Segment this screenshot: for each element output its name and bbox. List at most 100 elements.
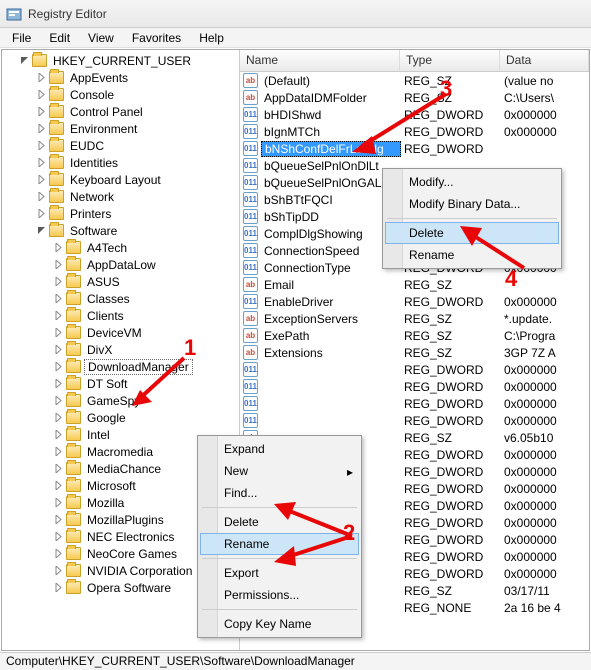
binary-value-icon: 011 — [243, 362, 258, 377]
expand-icon[interactable] — [36, 106, 47, 117]
expand-icon[interactable] — [36, 174, 47, 185]
tree-item[interactable]: ASUS — [2, 273, 239, 290]
tree-item[interactable]: Software — [2, 222, 239, 239]
expand-icon[interactable] — [36, 140, 47, 151]
tree-item[interactable]: HKEY_CURRENT_USER — [2, 52, 239, 69]
col-data[interactable]: Data — [500, 50, 589, 71]
tree-item[interactable]: Printers — [2, 205, 239, 222]
cm-tree-find[interactable]: Find... — [200, 482, 359, 504]
expand-icon[interactable] — [53, 259, 64, 270]
cm-value-rename[interactable]: Rename — [385, 244, 559, 266]
binary-value-icon: 011 — [243, 158, 258, 173]
expand-icon[interactable] — [53, 565, 64, 576]
cm-tree-expand[interactable]: Expand — [200, 438, 359, 460]
collapse-icon[interactable] — [36, 225, 47, 236]
tree-item[interactable]: Identities — [2, 154, 239, 171]
tree-item[interactable]: DivX — [2, 341, 239, 358]
value-row[interactable]: 011bHDIShwdREG_DWORD0x000000 — [240, 106, 589, 123]
tree-item[interactable]: Google — [2, 409, 239, 426]
expand-icon[interactable] — [53, 514, 64, 525]
cm-tree-permissions[interactable]: Permissions... — [200, 584, 359, 606]
expand-icon[interactable] — [53, 429, 64, 440]
expand-icon[interactable] — [36, 191, 47, 202]
tree-item[interactable]: DownloadManager — [2, 358, 239, 375]
expand-icon[interactable] — [36, 72, 47, 83]
expand-icon[interactable] — [53, 582, 64, 593]
cm-tree-new[interactable]: New▸ — [200, 460, 359, 482]
menu-favorites[interactable]: Favorites — [124, 30, 189, 46]
tree-item[interactable]: Clients — [2, 307, 239, 324]
cm-tree-export[interactable]: Export — [200, 562, 359, 584]
tree-label: EUDC — [67, 139, 107, 153]
cm-tree-delete[interactable]: Delete — [200, 511, 359, 533]
collapse-icon[interactable] — [19, 55, 30, 66]
separator — [202, 609, 357, 610]
value-row[interactable]: abExtensionsREG_SZ3GP 7Z A — [240, 344, 589, 361]
tree-label: Identities — [67, 156, 121, 170]
value-row[interactable]: abEmailREG_SZ — [240, 276, 589, 293]
value-row[interactable]: 011REG_DWORD0x000000 — [240, 412, 589, 429]
expand-icon[interactable] — [53, 378, 64, 389]
cm-value-delete[interactable]: Delete — [385, 222, 559, 244]
tree-item[interactable]: AppDataLow — [2, 256, 239, 273]
cm-value-modify[interactable]: Modify... — [385, 171, 559, 193]
value-row[interactable]: 011bIgnMTChREG_DWORD0x000000 — [240, 123, 589, 140]
tree-item[interactable]: A4Tech — [2, 239, 239, 256]
value-row[interactable]: 011EnableDriverREG_DWORD0x000000 — [240, 293, 589, 310]
string-value-icon: ab — [243, 73, 258, 88]
tree-item[interactable]: Environment — [2, 120, 239, 137]
tree-item[interactable]: Network — [2, 188, 239, 205]
expand-icon[interactable] — [53, 361, 64, 372]
expand-icon[interactable] — [53, 344, 64, 355]
expand-icon[interactable] — [53, 276, 64, 287]
tree-item[interactable]: DeviceVM — [2, 324, 239, 341]
tree-item[interactable]: Keyboard Layout — [2, 171, 239, 188]
cm-tree-copy-key-name[interactable]: Copy Key Name — [200, 613, 359, 635]
expand-icon[interactable] — [36, 89, 47, 100]
tree-label: Google — [84, 411, 129, 425]
expand-icon[interactable] — [36, 123, 47, 134]
col-name[interactable]: Name — [240, 50, 400, 71]
value-row[interactable]: ab(Default)REG_SZ(value no — [240, 72, 589, 89]
cm-value-modify-binary[interactable]: Modify Binary Data... — [385, 193, 559, 215]
value-row[interactable]: 011REG_DWORD0x000000 — [240, 378, 589, 395]
tree-item[interactable]: Console — [2, 86, 239, 103]
menu-view[interactable]: View — [80, 30, 122, 46]
value-row[interactable]: abExceptionServersREG_SZ*.update. — [240, 310, 589, 327]
value-row[interactable]: abExePathREG_SZC:\Progra — [240, 327, 589, 344]
tree-label: Control Panel — [67, 105, 146, 119]
expand-icon[interactable] — [53, 412, 64, 423]
value-row[interactable]: 011bNShConfDelFrLstDlgREG_DWORD — [240, 140, 589, 157]
expand-icon[interactable] — [53, 497, 64, 508]
value-type: REG_DWORD — [401, 465, 501, 479]
menu-help[interactable]: Help — [191, 30, 232, 46]
tree-item[interactable]: Control Panel — [2, 103, 239, 120]
value-row[interactable]: 011REG_DWORD0x000000 — [240, 395, 589, 412]
expand-icon[interactable] — [53, 293, 64, 304]
expand-icon[interactable] — [53, 395, 64, 406]
folder-icon — [66, 275, 81, 288]
cm-tree-rename[interactable]: Rename — [200, 533, 359, 555]
tree-item[interactable]: DT Soft — [2, 375, 239, 392]
tree-item[interactable]: Classes — [2, 290, 239, 307]
expand-icon[interactable] — [53, 531, 64, 542]
expand-icon[interactable] — [53, 446, 64, 457]
menu-edit[interactable]: Edit — [41, 30, 78, 46]
value-row[interactable]: 011REG_DWORD0x000000 — [240, 361, 589, 378]
binary-value-icon: 011 — [243, 379, 258, 394]
expand-icon[interactable] — [36, 157, 47, 168]
col-type[interactable]: Type — [400, 50, 500, 71]
expand-icon[interactable] — [53, 310, 64, 321]
value-row[interactable]: abAppDataIDMFolderREG_SZC:\Users\ — [240, 89, 589, 106]
expand-icon[interactable] — [53, 463, 64, 474]
expand-icon[interactable] — [53, 480, 64, 491]
expand-icon[interactable] — [36, 208, 47, 219]
expand-icon[interactable] — [53, 327, 64, 338]
tree-item[interactable]: AppEvents — [2, 69, 239, 86]
value-name: ExePath — [261, 329, 401, 343]
expand-icon[interactable] — [53, 548, 64, 559]
tree-item[interactable]: EUDC — [2, 137, 239, 154]
expand-icon[interactable] — [53, 242, 64, 253]
tree-item[interactable]: GameSpy — [2, 392, 239, 409]
menu-file[interactable]: File — [4, 30, 39, 46]
